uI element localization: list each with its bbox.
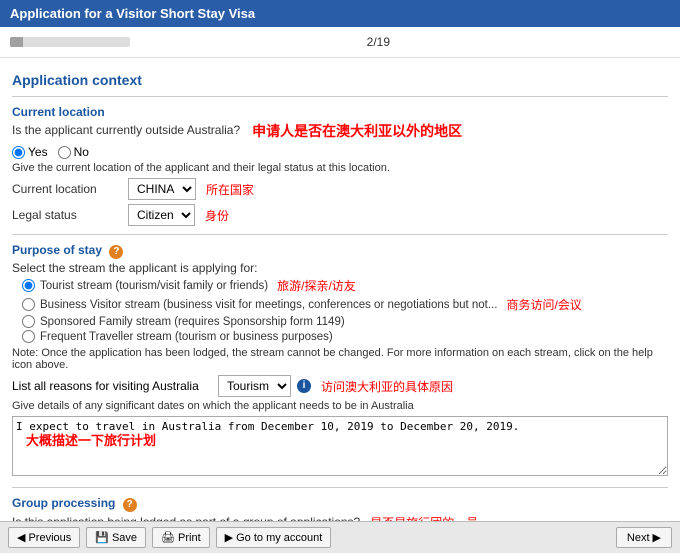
current-location-select[interactable]: CHINA <box>128 178 196 200</box>
save-icon: 💾 <box>95 531 109 544</box>
divider-3 <box>12 487 668 488</box>
next-button[interactable]: Next ▶ <box>616 527 672 548</box>
stream-options: Tourist stream (tourism/visit family or … <box>22 277 668 343</box>
page-counter: 2/19 <box>367 35 390 49</box>
outside-australia-question-row: Is the applicant currently outside Austr… <box>12 121 668 141</box>
save-button[interactable]: 💾 Save <box>86 527 146 548</box>
legal-status-annotation: 身份 <box>205 207 229 224</box>
account-icon: ▶ <box>225 531 233 544</box>
business-stream-radio[interactable] <box>22 298 35 311</box>
current-location-header: Current location <box>12 105 668 119</box>
main-content: Application context Current location Is … <box>0 58 680 548</box>
outside-australia-yes-label[interactable]: Yes <box>12 145 48 159</box>
location-instruction-text: Give the current location of the applica… <box>12 162 668 174</box>
outside-australia-no-radio[interactable] <box>58 146 71 159</box>
print-button[interactable]: 🖨 Print <box>152 527 210 548</box>
progress-bar-track <box>10 37 130 47</box>
business-stream-label: Business Visitor stream (business visit … <box>40 299 497 311</box>
legal-status-field-label: Legal status <box>12 208 122 222</box>
current-location-field-label: Current location <box>12 182 122 196</box>
go-to-account-button[interactable]: ▶ Go to my account <box>216 527 332 548</box>
frequent-stream-radio[interactable] <box>22 330 35 343</box>
list-reason-annotation: 访问澳大利亚的具体原因 <box>321 378 453 395</box>
print-icon: 🖨 <box>161 531 175 544</box>
sponsored-stream-radio[interactable] <box>22 315 35 328</box>
business-stream-annotation: 商务访问/会议 <box>506 296 581 313</box>
tourist-stream-annotation: 旅游/探亲/访友 <box>277 277 356 294</box>
dates-annotation: 大概描述一下旅行计划 <box>26 430 156 449</box>
list-reason-info-icon[interactable]: i <box>297 379 311 393</box>
list-reason-select[interactable]: Tourism <box>218 375 291 397</box>
sponsored-stream-label: Sponsored Family stream (requires Sponso… <box>40 316 345 328</box>
previous-label: Previous <box>28 532 71 544</box>
title-text: Application for a Visitor Short Stay Vis… <box>10 6 255 21</box>
list-reason-label: List all reasons for visiting Australia <box>12 379 212 393</box>
tourist-stream-label: Tourist stream (tourism/visit family or … <box>40 280 268 292</box>
outside-australia-yes-radio[interactable] <box>12 146 25 159</box>
legal-status-field-row: Legal status Citizen 身份 <box>12 204 668 226</box>
purpose-of-stay-header: Purpose of stay ? <box>12 243 668 259</box>
dates-question-text: Give details of any significant dates on… <box>12 400 668 412</box>
save-label: Save <box>112 532 137 544</box>
business-stream-option: Business Visitor stream (business visit … <box>22 296 668 313</box>
outside-australia-annotation: 申请人是否在澳大利亚以外的地区 <box>252 121 462 141</box>
tourist-stream-radio[interactable] <box>22 279 35 292</box>
next-label: Next <box>627 532 650 544</box>
progress-bar-fill <box>10 37 23 47</box>
divider-1 <box>12 96 668 97</box>
outside-australia-radio-group: Yes No <box>12 145 668 159</box>
purpose-of-stay-help-icon[interactable]: ? <box>109 245 123 259</box>
frequent-stream-option: Frequent Traveller stream (tourism or bu… <box>22 330 668 343</box>
list-reason-row: List all reasons for visiting Australia … <box>12 375 668 397</box>
previous-icon: ◀ <box>17 531 25 544</box>
title-bar: Application for a Visitor Short Stay Vis… <box>0 0 680 27</box>
application-context-header: Application context <box>12 72 668 88</box>
print-label: Print <box>178 532 201 544</box>
tourist-stream-option: Tourist stream (tourism/visit family or … <box>22 277 668 294</box>
group-processing-help-icon[interactable]: ? <box>123 498 137 512</box>
go-to-account-label: Go to my account <box>236 532 322 544</box>
group-processing-header: Group processing ? <box>12 496 668 512</box>
current-location-annotation: 所在国家 <box>206 181 254 198</box>
frequent-stream-label: Frequent Traveller stream (tourism or bu… <box>40 331 333 343</box>
next-icon: ▶ <box>653 531 661 544</box>
previous-button[interactable]: ◀ Previous <box>8 527 80 548</box>
legal-status-select[interactable]: Citizen <box>128 204 195 226</box>
stream-note-text: Note: Once the application has been lodg… <box>12 347 668 371</box>
progress-bar-container: 2/19 <box>0 27 680 58</box>
outside-australia-no-label[interactable]: No <box>58 145 89 159</box>
stream-select-text: Select the stream the applicant is apply… <box>12 261 668 275</box>
sponsored-stream-option: Sponsored Family stream (requires Sponso… <box>22 315 668 328</box>
divider-2 <box>12 234 668 235</box>
bottom-bar: ◀ Previous 💾 Save 🖨 Print ▶ Go to my acc… <box>0 521 680 553</box>
current-location-field-row: Current location CHINA 所在国家 <box>12 178 668 200</box>
outside-australia-question: Is the applicant currently outside Austr… <box>12 123 240 137</box>
